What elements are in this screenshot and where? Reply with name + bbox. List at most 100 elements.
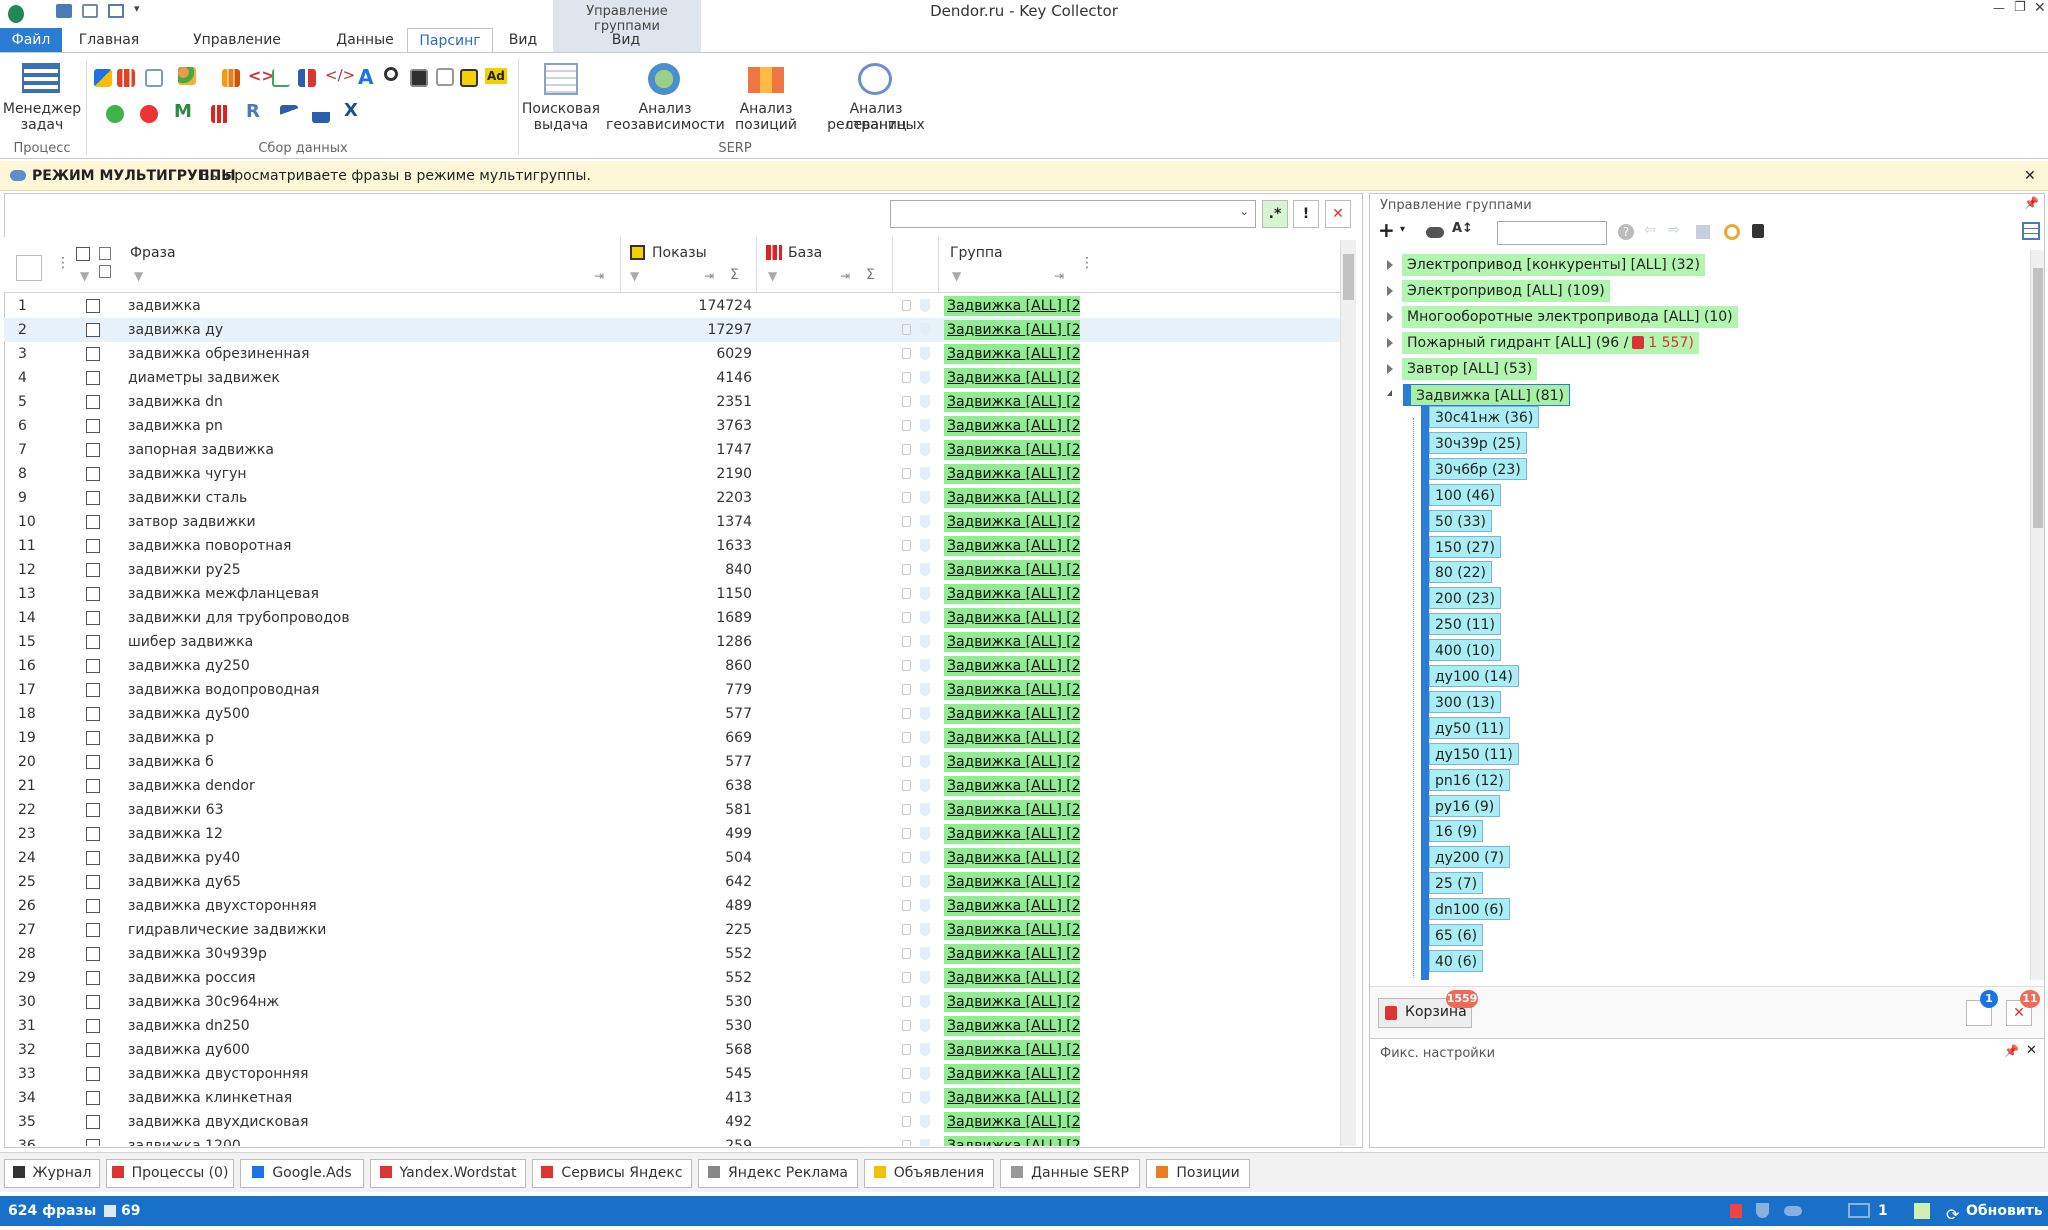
row-checkbox[interactable] xyxy=(86,1043,100,1057)
lock-icon[interactable] xyxy=(902,1044,911,1055)
column-menu-icon[interactable]: ⋮ xyxy=(1080,255,1094,271)
lock-icon[interactable] xyxy=(902,972,911,983)
table-row[interactable]: 27 гидравлические задвижки 225 Задвижка [AL… xyxy=(4,918,1344,942)
row-checkbox[interactable] xyxy=(86,611,100,625)
subgroup-node[interactable]: 200 (23) xyxy=(1429,587,1501,610)
code-icon[interactable]: <> xyxy=(248,66,275,85)
table-row[interactable]: 13 задвижка межфланцевая 1150 Задвижка [ALL… xyxy=(4,582,1344,606)
phrase-cell[interactable]: задвижки для трубопроводов xyxy=(128,606,350,630)
row-checkbox[interactable] xyxy=(86,515,100,529)
phrase-cell[interactable]: задвижка обрезиненная xyxy=(128,342,309,366)
lock-icon[interactable] xyxy=(902,420,911,431)
group-link[interactable]: Задвижка [ALL] [201 xyxy=(944,296,1080,316)
subgroup-node[interactable]: ду50 (11) xyxy=(1429,716,1510,739)
group-link[interactable]: Задвижка [ALL] [201 xyxy=(944,824,1080,844)
sort-options-icon[interactable] xyxy=(16,255,42,281)
shield-icon[interactable] xyxy=(920,587,930,600)
group-link[interactable]: Задвижка [ALL] [201 xyxy=(944,1064,1080,1084)
scroll-thumb[interactable] xyxy=(1343,254,1354,300)
lock-icon[interactable] xyxy=(902,876,911,887)
lock-icon[interactable] xyxy=(902,636,911,647)
group-link[interactable]: Задвижка [ALL] [201 xyxy=(944,608,1080,628)
group-link[interactable]: Задвижка [ALL] [201 xyxy=(944,1088,1080,1108)
table-row[interactable]: 19 задвижка р 669 Задвижка [ALL] [201 xyxy=(4,726,1344,750)
lock-icon[interactable] xyxy=(902,948,911,959)
phrase-cell[interactable]: задвижка ру40 xyxy=(128,846,240,870)
table-row[interactable]: 11 задвижка поворотная 1633 Задвижка [ALL] … xyxy=(4,534,1344,558)
phrase-cell[interactable]: задвижка клинкетная xyxy=(128,1086,292,1110)
column-header-group[interactable]: Группа xyxy=(950,245,1003,261)
row-checkbox[interactable] xyxy=(86,587,100,601)
column-header-shows[interactable]: Показы xyxy=(652,245,707,261)
table-row[interactable]: 29 задвижка россия 552 Задвижка [ALL] [201 xyxy=(4,966,1344,990)
lock-icon[interactable] xyxy=(902,540,911,551)
shield-icon[interactable] xyxy=(920,491,930,504)
phrase-cell[interactable]: задвижка dn250 xyxy=(128,1014,250,1038)
phrase-cell[interactable]: задвижка двухдисковая xyxy=(128,1110,308,1134)
table-row[interactable]: 35 задвижка двухдисковая 492 Задвижка [ALL]… xyxy=(4,1110,1344,1134)
subgroup-node[interactable]: dn100 (6) xyxy=(1429,898,1510,921)
group-link[interactable]: Задвижка [ALL] [201 xyxy=(944,944,1080,964)
phrase-cell[interactable]: шибер задвижка xyxy=(128,630,253,654)
table-row[interactable]: 14 задвижки для трубопроводов 1689 Задвижка… xyxy=(4,606,1344,630)
phrase-cell[interactable]: затвор задвижки xyxy=(128,510,256,534)
table-row[interactable]: 20 задвижка б 577 Задвижка [ALL] [201 xyxy=(4,750,1344,774)
lock-icon[interactable] xyxy=(902,468,911,479)
lock-icon[interactable] xyxy=(902,564,911,575)
table-row[interactable]: 4 диаметры задвижек 4146 Задвижка [ALL] [20… xyxy=(4,366,1344,390)
lock-icon[interactable] xyxy=(902,684,911,695)
add-dropdown-icon[interactable]: ▾ xyxy=(1400,224,1405,235)
shield-icon[interactable] xyxy=(920,899,930,912)
subgroup-node[interactable]: 300 (13) xyxy=(1429,690,1501,713)
bottom-tab[interactable]: Яндекс Реклама xyxy=(698,1159,858,1188)
group-link[interactable]: Задвижка [ALL] [201 xyxy=(944,680,1080,700)
lock-icon[interactable] xyxy=(902,1068,911,1079)
lock-icon[interactable] xyxy=(902,660,911,671)
bottom-tab[interactable]: Данные SERP xyxy=(1000,1159,1140,1188)
lock-icon[interactable] xyxy=(902,492,911,503)
phrase-cell[interactable]: диаметры задвижек xyxy=(128,366,280,390)
shield-icon[interactable] xyxy=(920,851,930,864)
row-checkbox[interactable] xyxy=(86,1019,100,1033)
pin-column-icon[interactable]: ⇥ xyxy=(1054,269,1064,283)
table-row[interactable]: 2 задвижка ду 17297 Задвижка [ALL] [201 xyxy=(4,318,1344,342)
ad-icon[interactable]: Ad xyxy=(485,68,507,84)
table-row[interactable]: 23 задвижка 12 499 Задвижка [ALL] [201 xyxy=(4,822,1344,846)
forward-icon[interactable]: ⇨ xyxy=(1668,222,1680,238)
bottom-tab[interactable]: Google.Ads xyxy=(240,1159,364,1188)
phrase-cell[interactable]: задвижка ду xyxy=(128,318,223,342)
column-menu-icon[interactable]: ⋮ xyxy=(56,255,70,271)
shield-icon[interactable] xyxy=(920,539,930,552)
group-node[interactable]: Электропривод [ALL] (109) xyxy=(1402,280,1610,302)
lock-icon[interactable] xyxy=(902,924,911,935)
phrase-cell[interactable]: задвижка 30ч939р xyxy=(128,942,267,966)
table-row[interactable]: 6 задвижка pn 3763 Задвижка [ALL] [201 xyxy=(4,414,1344,438)
r-icon[interactable]: R xyxy=(246,101,260,122)
row-checkbox[interactable] xyxy=(86,323,100,337)
shield-icon[interactable] xyxy=(920,683,930,696)
shield-icon[interactable] xyxy=(920,443,930,456)
row-checkbox[interactable] xyxy=(86,923,100,937)
red-circle-icon[interactable] xyxy=(140,105,158,123)
subgroup-node[interactable]: 150 (27) xyxy=(1429,535,1501,558)
subgroup-node[interactable]: 80 (22) xyxy=(1429,561,1493,584)
tab-home[interactable]: Главная xyxy=(78,28,140,52)
phrase-cell[interactable]: задвижка ду65 xyxy=(128,870,241,894)
sum-icon[interactable]: Σ xyxy=(866,267,875,283)
yellow-doc-icon[interactable] xyxy=(460,69,478,87)
row-checkbox[interactable] xyxy=(86,779,100,793)
search-magnifier-icon[interactable] xyxy=(384,67,398,81)
relevant-pages-label-2[interactable]: страниц xyxy=(808,117,944,133)
group-link[interactable]: Задвижка [ALL] [201 xyxy=(944,560,1080,580)
refresh-button[interactable]: Обновить xyxy=(1966,1196,2043,1226)
group-link[interactable]: Задвижка [ALL] [201 xyxy=(944,776,1080,796)
group-link[interactable]: Задвижка [ALL] [201 xyxy=(944,392,1080,412)
shield-icon[interactable] xyxy=(920,1139,930,1146)
table-row[interactable]: 32 задвижка ду600 568 Задвижка [ALL] [201 xyxy=(4,1038,1344,1062)
phrase-cell[interactable]: задвижка ду500 xyxy=(128,702,250,726)
table-row[interactable]: 17 задвижка водопроводная 779 Задвижка [ALL… xyxy=(4,678,1344,702)
row-checkbox[interactable] xyxy=(86,659,100,673)
group-link[interactable]: Задвижка [ALL] [201 xyxy=(944,632,1080,652)
red-grid-icon[interactable] xyxy=(211,105,229,123)
group-link[interactable]: Задвижка [ALL] [201 xyxy=(944,368,1080,388)
